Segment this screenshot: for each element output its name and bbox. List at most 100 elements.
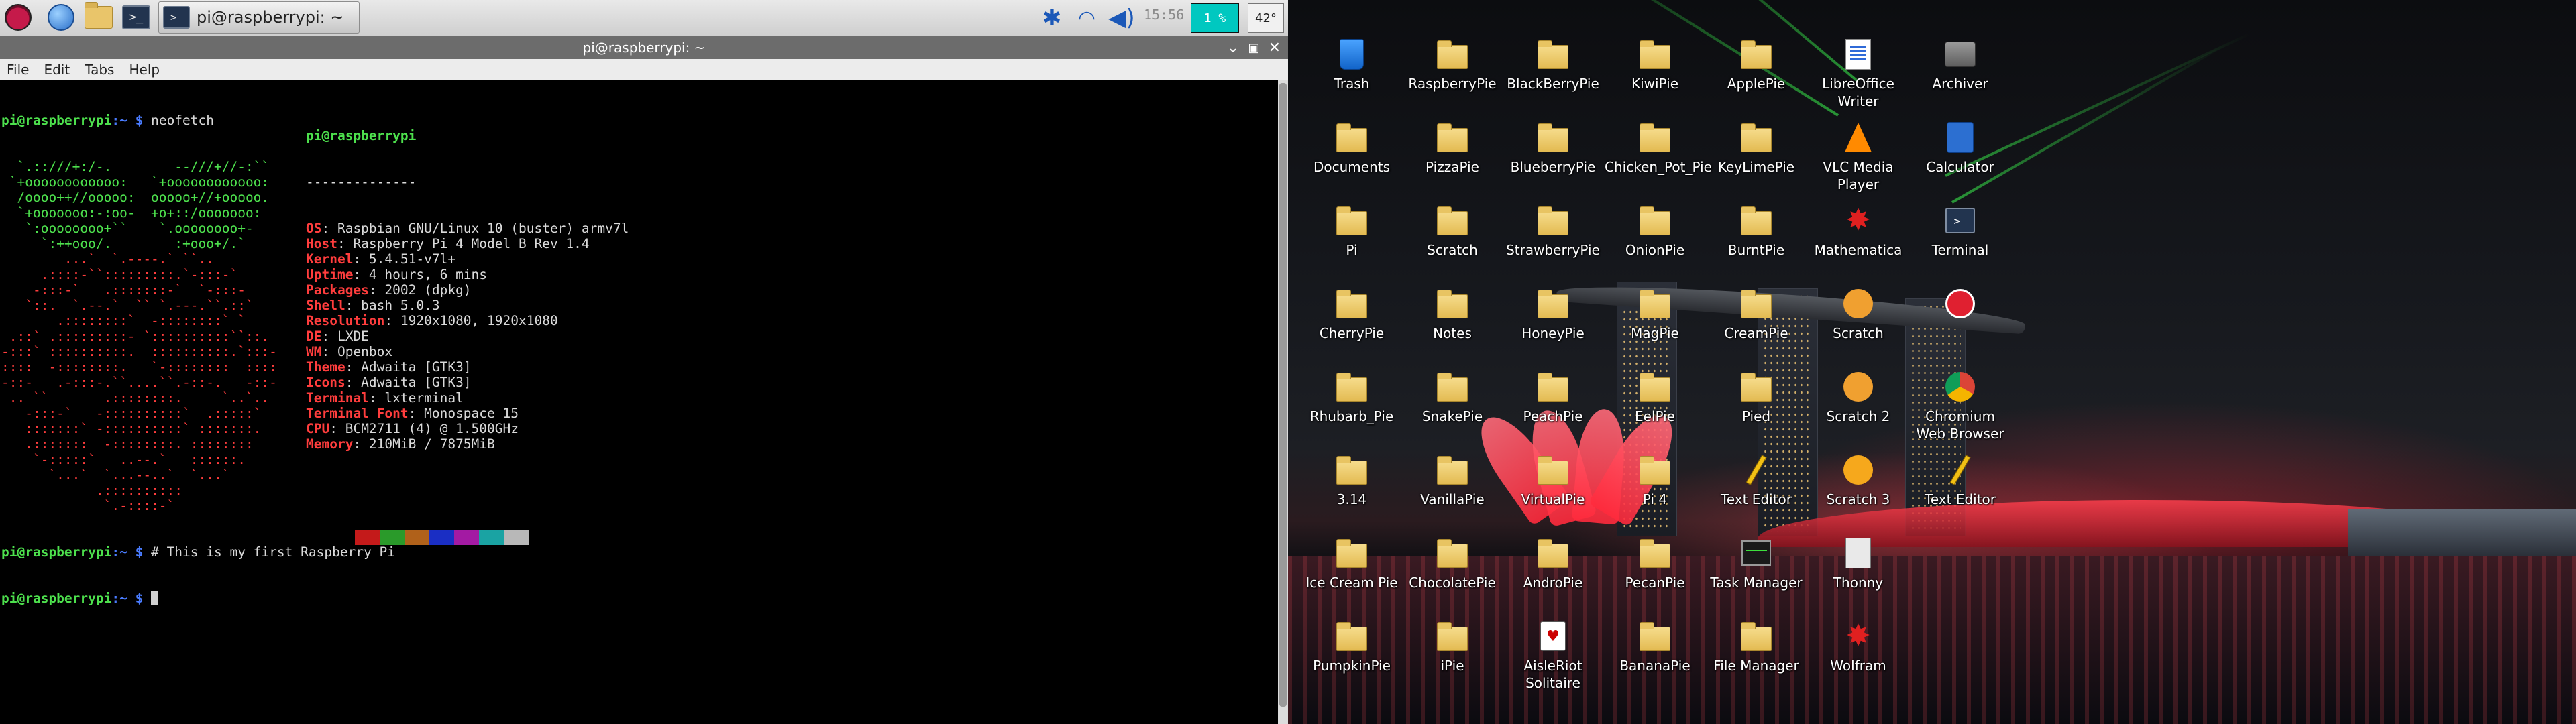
desktop-icon-burntpie[interactable]: BurntPie	[1706, 204, 1807, 259]
cpu-usage-monitor[interactable]: 1 %	[1191, 3, 1239, 33]
desktop-icon-task-manager[interactable]: Task Manager	[1706, 536, 1807, 591]
desktop-icon-cherrypie[interactable]: CherryPie	[1301, 287, 1402, 342]
logo-line: .. `` .::::::::. `..`..	[1, 390, 270, 406]
folder-icon	[1437, 373, 1468, 402]
desktop-wallpaper[interactable]: Trash RaspberryPie BlackBerryPie KiwiPie App…	[1288, 0, 2576, 724]
logo-line: `...` `...--..` `...`	[1, 467, 230, 483]
minimize-button[interactable]: ⌄	[1224, 36, 1242, 59]
desktop-icon-label: AndroPie	[1523, 575, 1583, 591]
desktop-icon-applepie[interactable]: ApplePie	[1706, 38, 1807, 93]
folder-icon	[1741, 40, 1772, 69]
desktop-icon-label: PeachPie	[1523, 408, 1583, 424]
desktop-icon-rhubarb-pie[interactable]: Rhubarb_Pie	[1301, 370, 1402, 425]
terminal-launcher[interactable]: >_	[121, 2, 152, 33]
desktop-icon-libreoffice-writer[interactable]: LibreOffice Writer	[1808, 38, 1909, 110]
logo-line: :::::::` -::::::::::` :::::::.	[1, 421, 262, 436]
info-key: Memory	[306, 436, 354, 452]
desktop-icon-pumpkinpie[interactable]: PumpkinPie	[1301, 619, 1402, 674]
taskbar-window-button[interactable]: >_ pi@raspberrypi: ~	[158, 1, 360, 34]
desktop-icon-vlc-media-player[interactable]: VLC Media Player	[1808, 121, 1909, 193]
prompt-path: :~ $	[111, 113, 144, 128]
desktop-icon-aisleriot-solitaire[interactable]: ♥ AisleRiot Solitaire	[1503, 619, 1603, 692]
desktop-icon-app[interactable]	[1910, 287, 2010, 324]
desktop-icon-text-editor[interactable]: Text Editor	[1706, 453, 1807, 508]
web-browser-launcher[interactable]	[46, 2, 76, 33]
desktop-icon-scratch-3[interactable]: Scratch 3	[1808, 453, 1909, 508]
folder-icon	[1640, 123, 1670, 152]
desktop-icon-pecanpie[interactable]: PecanPie	[1605, 536, 1705, 591]
clock[interactable]: 15:56	[1144, 7, 1184, 23]
maximize-button[interactable]: ▣	[1244, 36, 1263, 59]
desktop-icon-calculator[interactable]: Calculator	[1910, 121, 2010, 176]
desktop-icon-3-14[interactable]: 3.14	[1301, 453, 1402, 508]
desktop-icon-snakepie[interactable]: SnakePie	[1402, 370, 1503, 425]
desktop-icon-wolfram[interactable]: ✸ Wolfram	[1808, 619, 1909, 674]
desktop-icon-keylimepie[interactable]: KeyLimePie	[1706, 121, 1807, 176]
desktop-icon-file-manager[interactable]: File Manager	[1706, 619, 1807, 674]
scratch-cat-icon	[1843, 289, 1873, 318]
desktop-icon-eelpie[interactable]: EelPie	[1605, 370, 1705, 425]
desktop-icon-ice-cream-pie[interactable]: Ice Cream Pie	[1301, 536, 1402, 591]
scrollbar-thumb[interactable]	[1279, 83, 1287, 707]
bluetooth-icon[interactable]: ✱	[1040, 0, 1064, 36]
desktop-icon-pizzapie[interactable]: PizzaPie	[1402, 121, 1503, 176]
raspberry-menu-button[interactable]	[3, 2, 34, 33]
wifi-icon[interactable]: ◠	[1071, 0, 1103, 36]
desktop-icon-kiwipie[interactable]: KiwiPie	[1605, 38, 1705, 93]
volume-icon[interactable]: ◀)	[1107, 0, 1136, 36]
desktop-icon-pi[interactable]: Pi	[1301, 204, 1402, 259]
folder-icon	[1640, 40, 1670, 69]
desktop-icon-ipie[interactable]: iPie	[1402, 619, 1503, 674]
desktop-icon-bananapie[interactable]: BananaPie	[1605, 619, 1705, 674]
desktop-icon-vanillapie[interactable]: VanillaPie	[1402, 453, 1503, 508]
desktop-icon-chicken-pot-pie[interactable]: Chicken_Pot_Pie	[1605, 121, 1712, 176]
desktop-icon-label: Archiver	[1932, 76, 1988, 92]
desktop-icon-blackberrypie[interactable]: BlackBerryPie	[1503, 38, 1603, 93]
menu-tabs[interactable]: Tabs	[85, 62, 114, 78]
desktop-icon-virtualpie[interactable]: VirtualPie	[1503, 453, 1603, 508]
desktop-icon-scratch-2[interactable]: Scratch 2	[1808, 370, 1909, 425]
desktop-icon-label: Scratch 3	[1826, 491, 1890, 507]
desktop-icon-chocolatepie[interactable]: ChocolatePie	[1402, 536, 1503, 591]
palette-swatch	[454, 530, 479, 545]
desktop-icon-andropie[interactable]: AndroPie	[1503, 536, 1603, 591]
terminal-output[interactable]: pi@raspberrypi:~ $ neofetch `.::///+:/-.…	[0, 80, 1278, 724]
info-line: OS: Raspbian GNU/Linux 10 (buster) armv7…	[306, 221, 629, 236]
desktop-icon-archiver[interactable]: Archiver	[1910, 38, 2010, 93]
desktop-icon-text-editor[interactable]: Text Editor	[1910, 453, 2010, 508]
desktop-icon-mathematica[interactable]: ✸ Mathematica	[1808, 204, 1909, 259]
logo-line: `.-::::-`	[1, 498, 175, 514]
desktop-icon-magpie[interactable]: MagPie	[1605, 287, 1705, 342]
desktop-icon-pi-4[interactable]: Pi 4	[1605, 453, 1705, 508]
desktop-icon-label: RaspberryPie	[1408, 76, 1497, 92]
desktop-icon-documents[interactable]: Documents	[1301, 121, 1402, 176]
palette-swatch	[330, 530, 355, 545]
desktop-icon-blueberrypie[interactable]: BlueberryPie	[1503, 121, 1603, 176]
info-key: Terminal	[306, 390, 369, 406]
menu-edit[interactable]: Edit	[44, 62, 70, 78]
desktop-icon-pied[interactable]: Pied	[1706, 370, 1807, 425]
menu-file[interactable]: File	[7, 62, 29, 78]
info-line: Uptime: 4 hours, 6 mins	[306, 267, 629, 282]
desktop-icon-strawberrypie[interactable]: StrawberryPie	[1503, 204, 1603, 259]
desktop-icon-onionpie[interactable]: OnionPie	[1605, 204, 1705, 259]
info-line: Terminal Font: Monospace 15	[306, 406, 629, 421]
desktop-icon-creampie[interactable]: CreamPie	[1706, 287, 1807, 342]
window-titlebar[interactable]: pi@raspberrypi: ~	[0, 36, 1288, 59]
cpu-temperature[interactable]: 42°	[1248, 3, 1284, 33]
desktop-icon-scratch[interactable]: Scratch	[1808, 287, 1909, 342]
desktop-icon-chromium-web-browser[interactable]: Chromium Web Browser	[1910, 370, 2010, 442]
desktop-icon-peachpie[interactable]: PeachPie	[1503, 370, 1603, 425]
desktop-icon-thonny[interactable]: Thonny	[1808, 536, 1909, 591]
menu-help[interactable]: Help	[129, 62, 160, 78]
desktop-icon-raspberrypie[interactable]: RaspberryPie	[1402, 38, 1503, 93]
desktop-icon-honeypie[interactable]: HoneyPie	[1503, 287, 1603, 342]
desktop-icon-trash[interactable]: Trash	[1301, 38, 1402, 93]
file-manager-launcher[interactable]	[83, 2, 114, 33]
info-line: WM: Openbox	[306, 344, 629, 359]
desktop-icon-terminal[interactable]: >_ Terminal	[1910, 204, 2010, 259]
info-value: : 5.4.51-v7l+	[353, 251, 456, 267]
close-button[interactable]: ✕	[1265, 36, 1284, 59]
desktop-icon-scratch[interactable]: Scratch	[1402, 204, 1503, 259]
desktop-icon-notes[interactable]: Notes	[1402, 287, 1503, 342]
